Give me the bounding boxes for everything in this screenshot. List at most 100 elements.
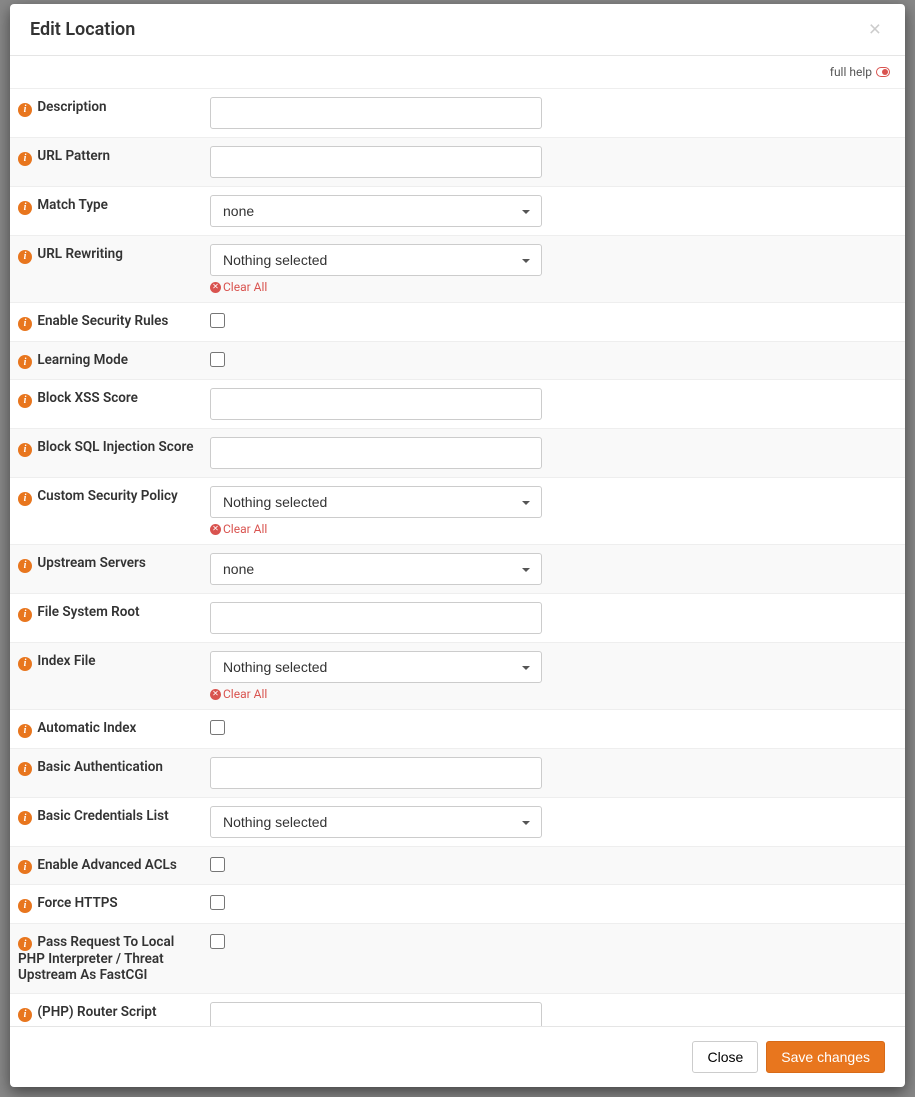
row-match-type: i Match Type none xyxy=(10,187,905,236)
row-url-pattern: i URL Pattern xyxy=(10,138,905,187)
info-icon[interactable]: i xyxy=(18,250,32,264)
clear-all-url-rewriting[interactable]: ✕ Clear All xyxy=(210,280,267,294)
row-url-rewriting: i URL Rewriting Nothing selected ✕ Clear… xyxy=(10,236,905,303)
clear-icon: ✕ xyxy=(210,282,221,293)
index-file-select[interactable]: Nothing selected xyxy=(210,651,542,683)
match-type-select[interactable]: none xyxy=(210,195,542,227)
info-icon[interactable]: i xyxy=(18,443,32,457)
close-button[interactable]: Close xyxy=(692,1041,758,1073)
label-learning-mode: i Learning Mode xyxy=(10,341,210,380)
info-icon[interactable]: i xyxy=(18,608,32,622)
automatic-index-checkbox[interactable] xyxy=(210,720,225,735)
url-pattern-input[interactable] xyxy=(210,146,542,178)
label-text: Block SQL Injection Score xyxy=(37,439,193,455)
info-icon[interactable]: i xyxy=(18,899,32,913)
label-text: Force HTTPS xyxy=(37,895,117,911)
info-icon[interactable]: i xyxy=(18,317,32,331)
label-text: Learning Mode xyxy=(37,352,128,368)
clear-icon: ✕ xyxy=(210,524,221,535)
label-text: Custom Security Policy xyxy=(37,488,177,504)
url-rewriting-select[interactable]: Nothing selected xyxy=(210,244,542,276)
learning-mode-checkbox[interactable] xyxy=(210,352,225,367)
row-basic-credentials-list: i Basic Credentials List Nothing selecte… xyxy=(10,797,905,846)
basic-authentication-input[interactable] xyxy=(210,757,542,789)
label-url-rewriting: i URL Rewriting xyxy=(10,236,210,303)
block-xss-score-input[interactable] xyxy=(210,388,542,420)
label-php-router-script: i (PHP) Router Script xyxy=(10,994,210,1027)
clear-all-label: Clear All xyxy=(223,687,267,701)
info-icon[interactable]: i xyxy=(18,152,32,166)
label-text: Block XSS Score xyxy=(37,390,138,406)
label-force-https: i Force HTTPS xyxy=(10,885,210,924)
label-text: URL Pattern xyxy=(37,148,110,164)
info-icon[interactable]: i xyxy=(18,355,32,369)
clear-all-custom-security-policy[interactable]: ✕ Clear All xyxy=(210,522,267,536)
full-help-toggle[interactable]: full help xyxy=(830,65,890,79)
row-enable-advanced-acls: i Enable Advanced ACLs xyxy=(10,846,905,885)
description-input[interactable] xyxy=(210,97,542,129)
row-basic-authentication: i Basic Authentication xyxy=(10,748,905,797)
basic-credentials-list-select[interactable]: Nothing selected xyxy=(210,806,542,838)
label-text: Upstream Servers xyxy=(37,555,146,571)
info-icon[interactable]: i xyxy=(18,657,32,671)
info-icon[interactable]: i xyxy=(18,394,32,408)
clear-all-index-file[interactable]: ✕ Clear All xyxy=(210,687,267,701)
label-text: URL Rewriting xyxy=(37,246,123,262)
force-https-checkbox[interactable] xyxy=(210,895,225,910)
info-icon[interactable]: i xyxy=(18,559,32,573)
row-learning-mode: i Learning Mode xyxy=(10,341,905,380)
info-icon[interactable]: i xyxy=(18,762,32,776)
clear-all-label: Clear All xyxy=(223,280,267,294)
full-help-row: full help xyxy=(10,56,905,89)
modal-header: Edit Location × xyxy=(10,4,905,56)
row-force-https: i Force HTTPS xyxy=(10,885,905,924)
modal-title: Edit Location xyxy=(30,19,135,40)
label-text: Enable Security Rules xyxy=(37,313,168,329)
form-table: i Description i URL Pattern i xyxy=(10,89,905,1026)
info-icon[interactable]: i xyxy=(18,492,32,506)
label-upstream-servers: i Upstream Servers xyxy=(10,545,210,594)
enable-security-rules-checkbox[interactable] xyxy=(210,313,225,328)
info-icon[interactable]: i xyxy=(18,860,32,874)
save-changes-button[interactable]: Save changes xyxy=(766,1041,885,1073)
info-icon[interactable]: i xyxy=(18,937,32,951)
label-index-file: i Index File xyxy=(10,643,210,710)
row-upstream-servers: i Upstream Servers none xyxy=(10,545,905,594)
label-text: Index File xyxy=(37,653,95,669)
info-icon[interactable]: i xyxy=(18,201,32,215)
modal-footer: Close Save changes xyxy=(10,1026,905,1087)
info-icon[interactable]: i xyxy=(18,811,32,825)
label-text: Basic Authentication xyxy=(37,759,163,775)
block-sql-injection-score-input[interactable] xyxy=(210,437,542,469)
toggle-off-icon xyxy=(876,67,890,77)
row-enable-security-rules: i Enable Security Rules xyxy=(10,303,905,342)
label-basic-authentication: i Basic Authentication xyxy=(10,748,210,797)
row-custom-security-policy: i Custom Security Policy Nothing selecte… xyxy=(10,478,905,545)
file-system-root-input[interactable] xyxy=(210,602,542,634)
label-automatic-index: i Automatic Index xyxy=(10,710,210,749)
row-pass-request-php: i Pass Request To Local PHP Interpreter … xyxy=(10,923,905,994)
row-file-system-root: i File System Root xyxy=(10,594,905,643)
clear-all-label: Clear All xyxy=(223,522,267,536)
close-icon[interactable]: × xyxy=(865,19,885,40)
row-php-router-script: i (PHP) Router Script xyxy=(10,994,905,1027)
label-text: Pass Request To Local PHP Interpreter / … xyxy=(18,934,174,984)
label-block-xss-score: i Block XSS Score xyxy=(10,380,210,429)
enable-advanced-acls-checkbox[interactable] xyxy=(210,857,225,872)
clear-icon: ✕ xyxy=(210,689,221,700)
label-custom-security-policy: i Custom Security Policy xyxy=(10,478,210,545)
pass-request-php-checkbox[interactable] xyxy=(210,934,225,949)
php-router-script-input[interactable] xyxy=(210,1002,542,1026)
label-file-system-root: i File System Root xyxy=(10,594,210,643)
label-text: (PHP) Router Script xyxy=(37,1004,156,1020)
info-icon[interactable]: i xyxy=(18,1008,32,1022)
label-text: Basic Credentials List xyxy=(37,808,168,824)
upstream-servers-select[interactable]: none xyxy=(210,553,542,585)
label-enable-security-rules: i Enable Security Rules xyxy=(10,303,210,342)
info-icon[interactable]: i xyxy=(18,103,32,117)
modal-body: full help i Description i URL Pattern xyxy=(10,56,905,1026)
custom-security-policy-select[interactable]: Nothing selected xyxy=(210,486,542,518)
info-icon[interactable]: i xyxy=(18,724,32,738)
label-description: i Description xyxy=(10,89,210,138)
label-text: Match Type xyxy=(37,197,108,213)
